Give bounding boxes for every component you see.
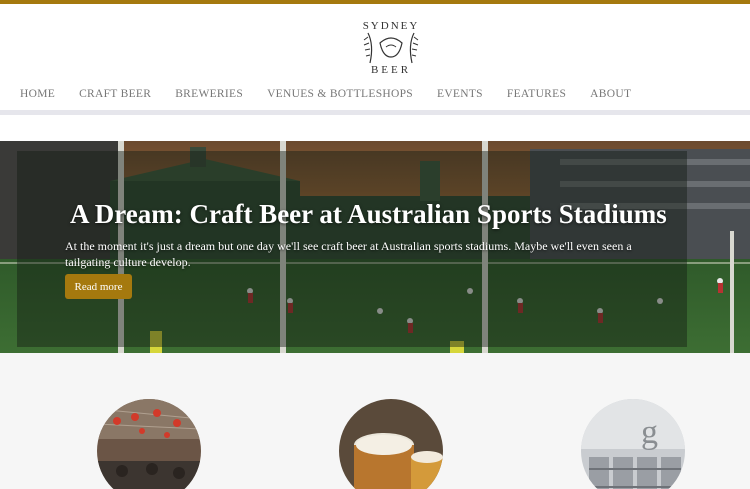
hero-title[interactable]: A Dream: Craft Beer at Australian Sports… xyxy=(70,199,690,230)
nav-breweries[interactable]: BREWERIES xyxy=(175,88,243,100)
features-section: g xyxy=(0,353,750,489)
svg-text:BEER: BEER xyxy=(371,64,411,76)
hero-banner[interactable]: A Dream: Craft Beer at Australian Sports… xyxy=(0,141,750,353)
nav-home[interactable]: HOME xyxy=(20,88,55,100)
beer-glasses-photo[interactable] xyxy=(339,399,443,489)
nav-features[interactable]: FEATURES xyxy=(507,88,566,100)
main-nav: HOME CRAFT BEER BREWERIES VENUES & BOTTL… xyxy=(0,77,750,110)
nav-events[interactable]: EVENTS xyxy=(437,88,483,100)
site-header: SYDNEY BEER xyxy=(0,4,750,77)
nav-craft-beer[interactable]: CRAFT BEER xyxy=(79,88,151,100)
spacer xyxy=(0,115,750,141)
read-more-button[interactable]: Read more xyxy=(65,274,132,299)
kegs-photo[interactable]: g xyxy=(581,399,685,489)
nav-venues-bottleshops[interactable]: VENUES & BOTTLESHOPS xyxy=(267,88,413,100)
sydney-beer-logo[interactable]: SYDNEY BEER xyxy=(356,11,426,77)
hero-excerpt: At the moment it's just a dream but one … xyxy=(65,239,632,269)
svg-text:SYDNEY: SYDNEY xyxy=(363,20,420,32)
svg-text:g: g xyxy=(641,414,658,451)
lanterns-venue-photo[interactable] xyxy=(97,399,201,489)
nav-about[interactable]: ABOUT xyxy=(590,88,631,100)
